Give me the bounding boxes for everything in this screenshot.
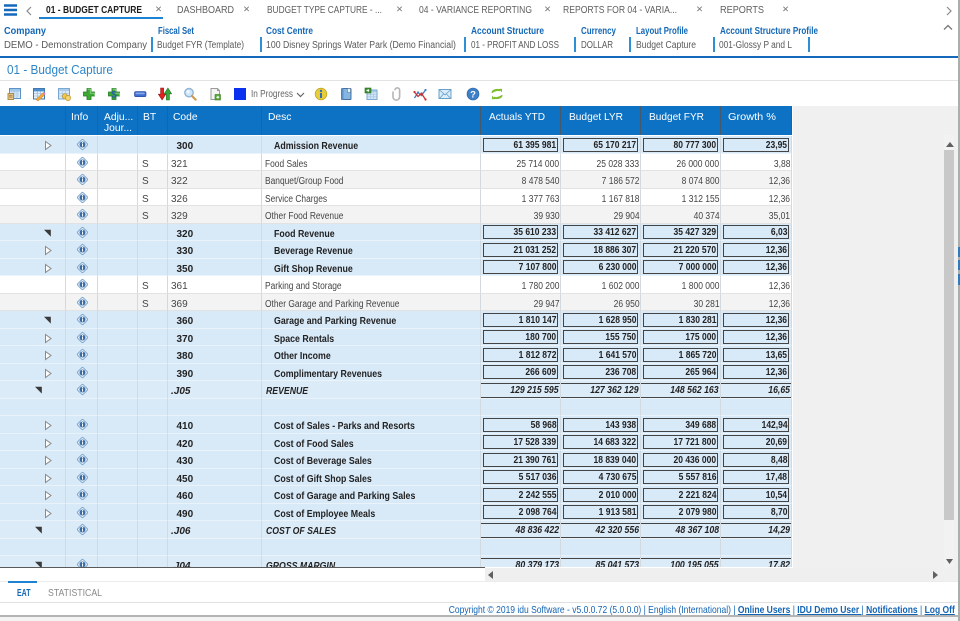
svg-text:$: $ <box>111 90 117 101</box>
svg-text:?: ? <box>470 90 476 101</box>
